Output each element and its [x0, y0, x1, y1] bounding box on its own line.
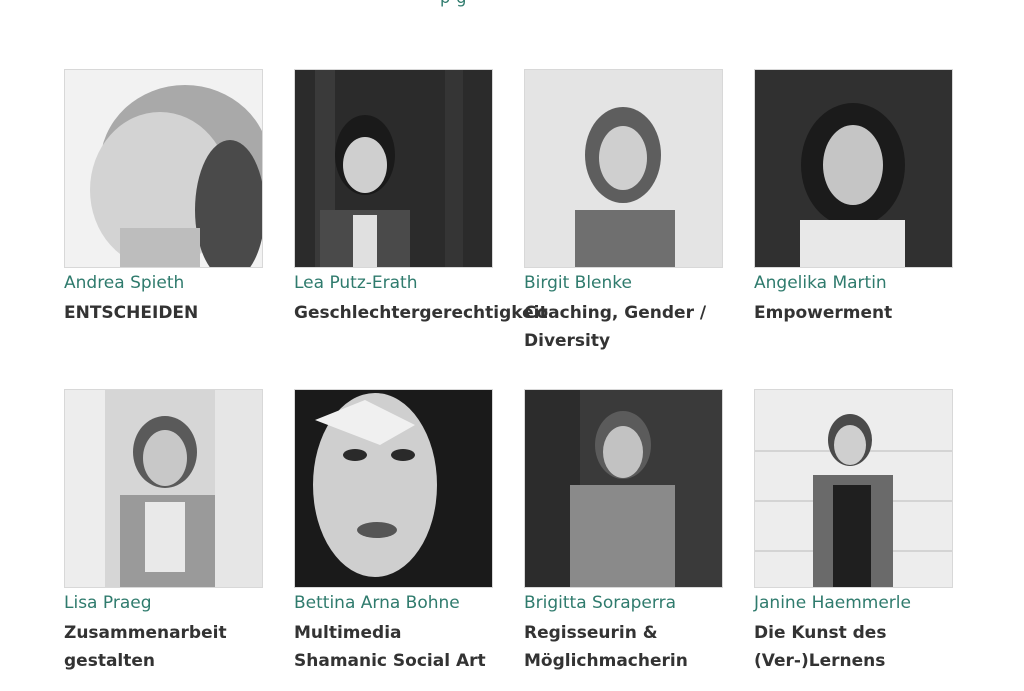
- person-name[interactable]: Brigitta Soraperra: [524, 592, 723, 614]
- role-line: gestalten: [64, 651, 156, 671]
- person-role: Die Kunst des (Ver-)Lernens: [754, 619, 953, 675]
- role-line: Die Kunst des: [754, 623, 887, 643]
- profile-photo[interactable]: [754, 389, 953, 588]
- person-name[interactable]: Angelika Martin: [754, 272, 953, 294]
- role-line: Möglichmacherin: [524, 651, 688, 671]
- team-card-brigitta-soraperra[interactable]: Brigitta Soraperra Regisseurin & Möglich…: [524, 389, 723, 691]
- role-line: ENTSCHEIDEN: [64, 303, 199, 323]
- profile-photo[interactable]: [294, 389, 493, 588]
- role-line: Empowerment: [754, 303, 893, 323]
- person-name[interactable]: Birgit Blenke: [524, 272, 723, 294]
- profile-photo[interactable]: [524, 389, 723, 588]
- profile-photo[interactable]: [524, 69, 723, 268]
- person-role: Empowerment: [754, 299, 953, 327]
- profile-photo[interactable]: [64, 389, 263, 588]
- role-line: Geschlechtergerechtigkeit: [294, 303, 548, 323]
- person-name[interactable]: Lea Putz-Erath: [294, 272, 493, 294]
- role-line: Zusammenarbeit: [64, 623, 227, 643]
- person-role: Geschlechtergerechtigkeit: [294, 299, 548, 327]
- role-line: Multimedia: [294, 623, 402, 643]
- role-line: Shamanic Social Art: [294, 651, 486, 671]
- person-role: ENTSCHEIDEN: [64, 299, 263, 327]
- person-role: Zusammenarbeit gestalten: [64, 619, 263, 675]
- role-line: Diversity: [524, 331, 611, 351]
- role-line: (Ver-)Lernens: [754, 651, 886, 671]
- team-card-bettina-arna-bohne[interactable]: Bettina Arna Bohne Multimedia Shamanic S…: [294, 389, 493, 691]
- role-line: Coaching, Gender /: [524, 303, 707, 323]
- profile-photo[interactable]: [294, 69, 493, 268]
- person-role: Multimedia Shamanic Social Art: [294, 619, 493, 675]
- person-name[interactable]: Lisa Praeg: [64, 592, 263, 614]
- profile-photo[interactable]: [754, 69, 953, 268]
- person-name[interactable]: Andrea Spieth: [64, 272, 263, 294]
- team-grid: Andrea Spieth ENTSCHEIDEN Lea Putz-Erath: [64, 69, 953, 691]
- team-card-andrea-spieth[interactable]: Andrea Spieth ENTSCHEIDEN: [64, 69, 263, 389]
- team-card-janine-haemmerle[interactable]: Janine Haemmerle Die Kunst des (Ver-)Ler…: [754, 389, 953, 691]
- person-role: Regisseurin & Möglichmacherin: [524, 619, 723, 675]
- team-card-angelika-martin[interactable]: Angelika Martin Empowerment: [754, 69, 953, 389]
- team-card-lea-putz-erath[interactable]: Lea Putz-Erath Geschlechtergerechtigkeit: [294, 69, 548, 389]
- role-line: Regisseurin &: [524, 623, 658, 643]
- header-fragment: p g: [440, 0, 467, 7]
- person-role: Coaching, Gender / Diversity: [524, 299, 723, 355]
- person-name[interactable]: Bettina Arna Bohne: [294, 592, 493, 614]
- team-card-birgit-blenke[interactable]: Birgit Blenke Coaching, Gender / Diversi…: [524, 69, 723, 389]
- team-page: p g Andrea Spieth ENTSCHEIDEN: [0, 0, 1024, 691]
- team-card-lisa-praeg[interactable]: Lisa Praeg Zusammenarbeit gestalten: [64, 389, 263, 691]
- profile-photo[interactable]: [64, 69, 263, 268]
- person-name[interactable]: Janine Haemmerle: [754, 592, 953, 614]
